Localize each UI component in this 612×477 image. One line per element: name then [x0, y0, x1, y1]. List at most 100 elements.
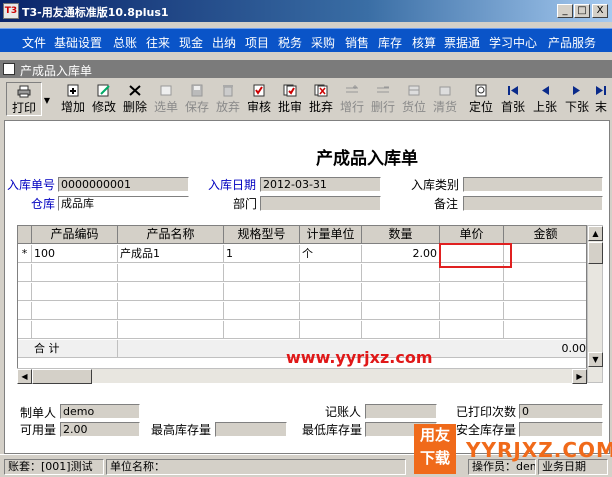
- menu-accounting[interactable]: 核算: [412, 34, 436, 51]
- menu-cashier[interactable]: 出纳: [212, 34, 236, 51]
- type-field[interactable]: [463, 177, 603, 192]
- cell-unit[interactable]: 个: [300, 245, 362, 263]
- first-record-button[interactable]: 首张: [498, 82, 528, 116]
- total-amount: 0.00: [561, 342, 587, 355]
- window-title: T3-用友通标准版10.8plus1: [22, 6, 169, 19]
- available-field[interactable]: 2.00: [60, 422, 140, 437]
- locate-button[interactable]: 定位: [466, 82, 496, 116]
- menu-bills[interactable]: 票据通: [444, 34, 480, 51]
- menu-accounts[interactable]: 往来: [146, 34, 170, 51]
- menu-project[interactable]: 项目: [245, 34, 269, 51]
- edit-button[interactable]: 修改: [89, 82, 119, 116]
- available-label: 可用量: [20, 423, 57, 437]
- printed-count-field[interactable]: 0: [519, 404, 603, 419]
- print-button[interactable]: 打印: [6, 82, 42, 116]
- column-header-qty[interactable]: 数量: [362, 226, 440, 244]
- discard-icon: [223, 85, 233, 97]
- document-title-bar: 产成品入库单: [0, 60, 612, 78]
- menu-file[interactable]: 文件: [22, 34, 46, 51]
- row-marker: *: [18, 245, 32, 263]
- scroll-thumb[interactable]: [588, 242, 603, 264]
- discard-button[interactable]: 放弃: [213, 82, 243, 116]
- last-record-button[interactable]: 末: [594, 82, 608, 116]
- title-bar: T3 T3-用友通标准版10.8plus1 _ □ X: [0, 0, 612, 22]
- clear-button[interactable]: 清货: [430, 82, 460, 116]
- cell-qty[interactable]: 2.00: [362, 245, 440, 263]
- max-stock-field[interactable]: [215, 422, 287, 437]
- cell-amount[interactable]: [504, 245, 586, 263]
- chevron-down-icon: ▼: [43, 96, 51, 105]
- document-icon: [3, 63, 15, 75]
- menu-general-ledger[interactable]: 总账: [113, 34, 137, 51]
- table-row[interactable]: [18, 321, 586, 339]
- menu-basic-settings[interactable]: 基础设置: [54, 34, 102, 51]
- table-row[interactable]: [18, 283, 586, 301]
- price-cell-highlight: [439, 243, 512, 268]
- table-row[interactable]: [18, 302, 586, 320]
- warehouse-field[interactable]: 成品库: [58, 196, 189, 211]
- cell-name[interactable]: 产成品1: [118, 245, 224, 263]
- menu-bar: 文件 基础设置 总账 往来 现金 出纳 项目 税务 采购 销售 库存 核算 票据…: [0, 28, 612, 52]
- next-record-button[interactable]: 下张: [562, 82, 592, 116]
- remark-field[interactable]: [463, 196, 603, 211]
- column-header-code[interactable]: 产品编码: [32, 226, 118, 244]
- prev-icon: [542, 86, 549, 95]
- column-header-name[interactable]: 产品名称: [118, 226, 224, 244]
- location-icon: [408, 85, 420, 96]
- bookkeeper-field[interactable]: [365, 404, 437, 419]
- previous-record-button[interactable]: 上张: [530, 82, 560, 116]
- delete-row-button[interactable]: 删行: [368, 82, 398, 116]
- column-header-price[interactable]: 单价: [440, 226, 504, 244]
- maximize-button[interactable]: □: [574, 4, 590, 18]
- scroll-left-icon[interactable]: ◀: [17, 369, 32, 384]
- batch-discard-icon: [314, 84, 328, 97]
- menu-purchase[interactable]: 采购: [311, 34, 335, 51]
- document-title: 产成品入库单: [20, 64, 93, 78]
- delete-button[interactable]: 删除: [120, 82, 150, 116]
- next-icon: [573, 86, 580, 95]
- scroll-down-icon[interactable]: ▼: [588, 352, 603, 367]
- delete-icon: [129, 85, 141, 96]
- hscroll-thumb[interactable]: [32, 369, 92, 384]
- menu-cash[interactable]: 现金: [179, 34, 203, 51]
- batch-discard-button[interactable]: 批弃: [306, 82, 336, 116]
- date-field[interactable]: 2012-03-31: [260, 177, 381, 192]
- site-logo: 用友下载 YYRJXZ.COM: [414, 424, 612, 477]
- print-dropdown-button[interactable]: ▼: [42, 82, 52, 116]
- watermark-text: www.yyrjxz.com: [286, 348, 433, 367]
- grid-horizontal-scrollbar[interactable]: ◀ ▶: [17, 368, 587, 384]
- save-button[interactable]: 保存: [182, 82, 212, 116]
- menu-product-service[interactable]: 产品服务: [548, 34, 596, 51]
- add-button[interactable]: 增加: [58, 82, 88, 116]
- column-header-unit[interactable]: 计量单位: [300, 226, 362, 244]
- add-row-button[interactable]: 增行: [337, 82, 367, 116]
- bookkeeper-label: 记账人: [325, 405, 362, 419]
- date-label: 入库日期: [208, 178, 257, 192]
- location-button[interactable]: 货位: [399, 82, 429, 116]
- scroll-right-icon[interactable]: ▶: [572, 369, 587, 384]
- column-header-amount[interactable]: 金额: [504, 226, 586, 244]
- close-button[interactable]: X: [592, 4, 608, 18]
- menu-sales[interactable]: 销售: [345, 34, 369, 51]
- grid-vertical-scrollbar[interactable]: ▲ ▼: [587, 225, 603, 383]
- dept-field[interactable]: [260, 196, 381, 211]
- printed-count-label: 已打印次数: [456, 405, 517, 419]
- cell-spec[interactable]: 1: [224, 245, 300, 263]
- audit-button[interactable]: 审核: [244, 82, 274, 116]
- edit-icon: [97, 84, 110, 97]
- menu-learning[interactable]: 学习中心: [489, 34, 537, 51]
- cell-code[interactable]: 100: [32, 245, 118, 263]
- batch-audit-button[interactable]: 批审: [275, 82, 305, 116]
- maker-field[interactable]: demo: [60, 404, 140, 419]
- max-stock-label: 最高库存量: [151, 423, 212, 437]
- locate-icon: [475, 84, 487, 97]
- receipt-no-field[interactable]: 0000000001: [58, 177, 189, 192]
- menu-inventory[interactable]: 库存: [378, 34, 402, 51]
- menu-tax[interactable]: 税务: [278, 34, 302, 51]
- scroll-up-icon[interactable]: ▲: [588, 226, 603, 241]
- minimize-button[interactable]: _: [557, 4, 573, 18]
- select-button[interactable]: 选单: [151, 82, 181, 116]
- column-header-spec[interactable]: 规格型号: [224, 226, 300, 244]
- batch-audit-icon: [283, 84, 297, 97]
- status-unit: 单位名称：: [106, 459, 406, 475]
